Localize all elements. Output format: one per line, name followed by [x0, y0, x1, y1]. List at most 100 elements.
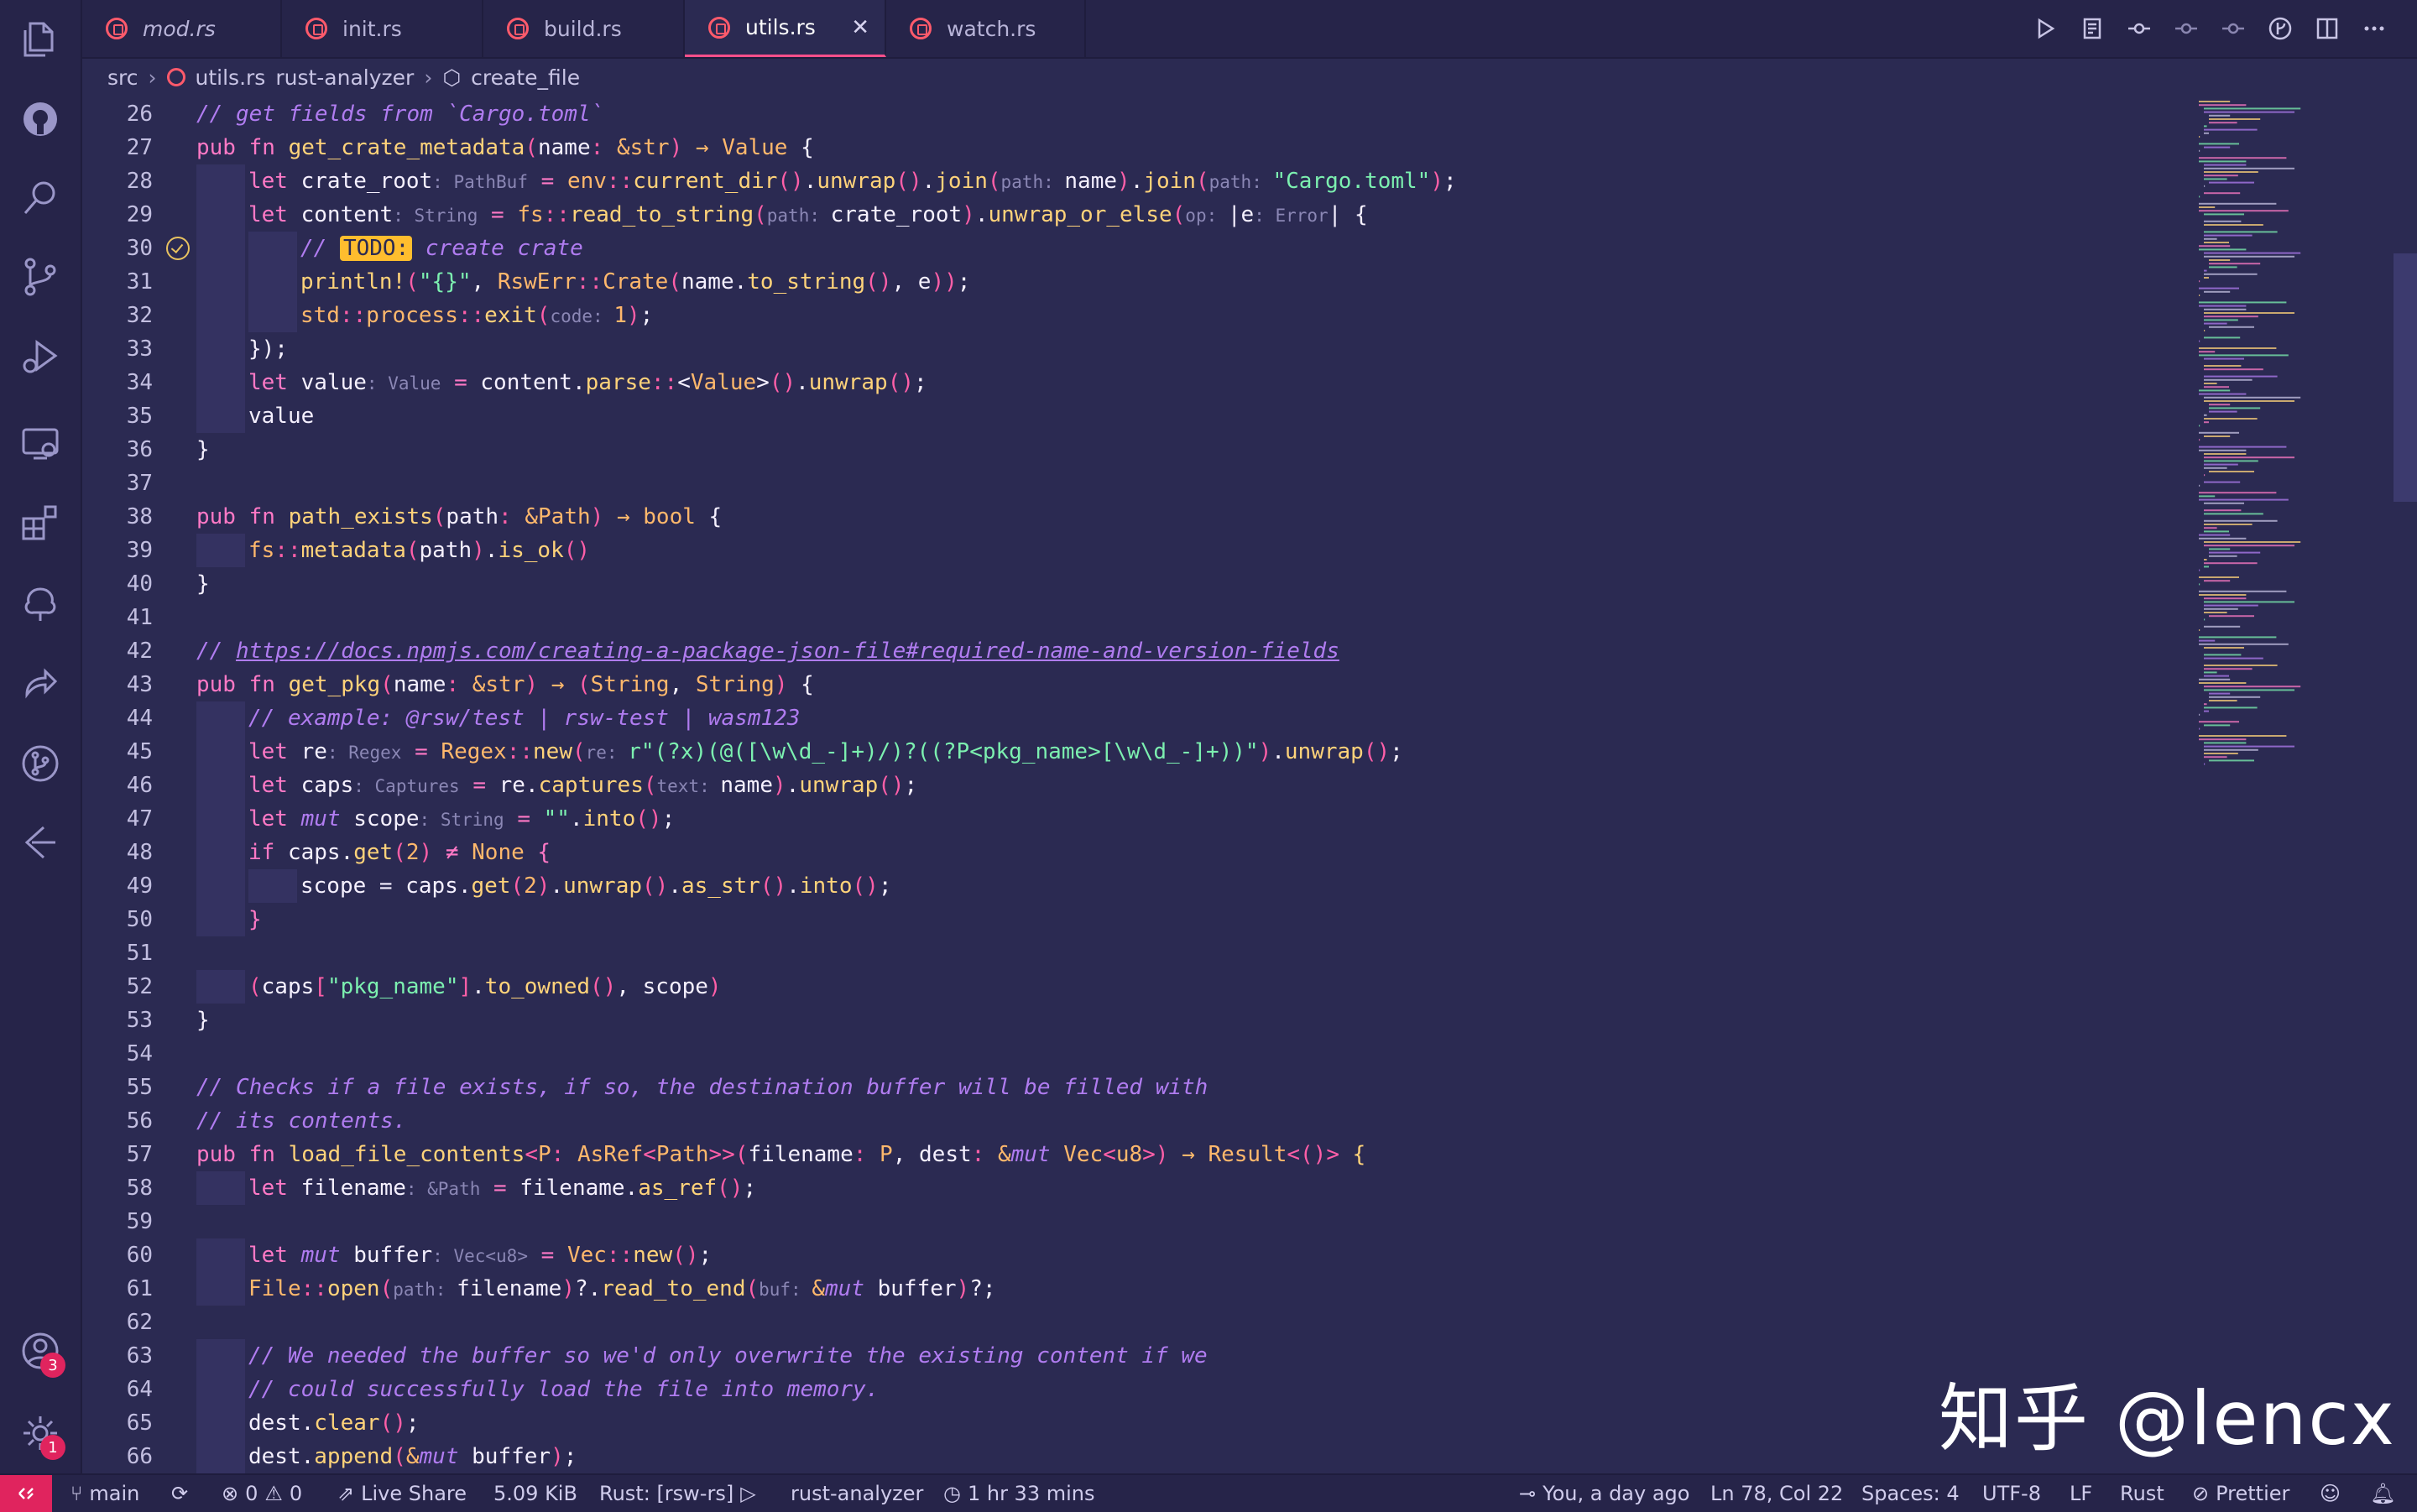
code-line[interactable]: 51 — [82, 936, 2197, 970]
code-line[interactable]: 35 value — [82, 399, 2197, 433]
git-branch[interactable]: ⑂ main — [70, 1475, 139, 1512]
git-history-icon[interactable] — [2268, 16, 2293, 41]
settings-gear-icon[interactable]: 1 — [17, 1410, 65, 1460]
code-line[interactable]: 47 let mut scope: String = "".into(); — [82, 802, 2197, 836]
git-blame[interactable]: ⊸ You, a day ago — [1519, 1475, 1689, 1512]
notifications-icon[interactable]: 🔔︎ — [2370, 1475, 2395, 1512]
tree-icon[interactable] — [17, 581, 64, 628]
search-icon[interactable] — [17, 175, 64, 222]
code-line[interactable]: 66 dest.append(&mut buffer); — [82, 1440, 2197, 1473]
code-line[interactable]: 29 let content: String = fs::read_to_stri… — [82, 198, 2197, 232]
commit-icon: ⊸ — [1519, 1482, 1537, 1505]
code-line[interactable]: 43 pub fn get_pkg(name: &str) → (String, … — [82, 668, 2197, 701]
explorer-icon[interactable] — [17, 15, 64, 62]
tab-utils-rs[interactable]: utils.rs ✕ — [685, 0, 886, 57]
code-line[interactable]: 55 // Checks if a file exists, if so, the… — [82, 1071, 2197, 1104]
tab-init-rs[interactable]: init.rs — [282, 0, 483, 57]
minimap-line — [2199, 449, 2247, 451]
code-line[interactable]: 42 // https://docs.npmjs.com/creating-a-p… — [82, 634, 2197, 668]
tab-build-rs[interactable]: build.rs — [483, 0, 685, 57]
minimap[interactable] — [2195, 97, 2390, 1473]
line-ending[interactable]: LF — [2070, 1475, 2092, 1512]
git-graph-icon[interactable] — [17, 740, 64, 787]
vertical-scrollbar[interactable] — [2394, 253, 2417, 502]
close-tab-icon[interactable]: ✕ — [851, 15, 869, 40]
code-line[interactable]: 39 fs::metadata(path).is_ok() — [82, 534, 2197, 567]
code-line[interactable]: 48 if caps.get(2) ≠ None { — [82, 836, 2197, 869]
code-line[interactable]: 45 let re: Regex = Regex::new(re: r"(?x)(… — [82, 735, 2197, 769]
code-line[interactable]: 37 — [82, 467, 2197, 500]
live-share-button[interactable]: ⇗ Live Share — [337, 1475, 467, 1512]
code-line[interactable]: 63 // We needed the buffer so we'd only o… — [82, 1339, 2197, 1373]
code-line[interactable]: 62 — [82, 1306, 2197, 1339]
git-compare-icon[interactable] — [2127, 16, 2152, 41]
code-line[interactable]: 57 pub fn load_file_contents<P: AsRef<Pat… — [82, 1138, 2197, 1171]
rust-analyzer-status[interactable]: rust-analyzer — [791, 1475, 923, 1512]
code-line[interactable]: 28 let crate_root: PathBuf = env::current… — [82, 164, 2197, 198]
code-line[interactable]: 46 let caps: Captures = re.captures(text:… — [82, 769, 2197, 802]
code-line[interactable]: 54 — [82, 1037, 2197, 1071]
extensions-icon[interactable] — [17, 500, 64, 547]
encoding[interactable]: UTF-8 — [1982, 1475, 2041, 1512]
gitlens-icon[interactable] — [17, 819, 64, 866]
code-text: } — [196, 567, 210, 601]
sync-icon[interactable]: ⟳ — [171, 1475, 188, 1512]
code-line[interactable]: 52 (caps["pkg_name"].to_owned(), scope) — [82, 970, 2197, 1004]
run-debug-icon[interactable] — [17, 332, 64, 379]
code-line[interactable]: 56 // its contents. — [82, 1104, 2197, 1138]
next-change-icon[interactable] — [2221, 16, 2246, 41]
language-mode[interactable]: Rust — [2120, 1475, 2164, 1512]
code-line[interactable]: 34 let value: Value = content.parse::<Val… — [82, 366, 2197, 399]
cursor-position[interactable]: Ln 78, Col 22 — [1710, 1475, 1843, 1512]
tab-mod-rs[interactable]: mod.rs — [82, 0, 282, 57]
code-line[interactable]: 49 scope = caps.get(2).unwrap().as_str().… — [82, 869, 2197, 903]
code-line[interactable]: 41 — [82, 601, 2197, 634]
github-icon[interactable] — [17, 96, 64, 143]
code-token: ) — [1258, 739, 1272, 764]
previous-change-icon[interactable] — [2174, 16, 2199, 41]
breadcrumb-analyzer[interactable]: rust-analyzer — [275, 65, 414, 90]
code-line[interactable]: 27 pub fn get_crate_metadata(name: &str) … — [82, 131, 2197, 164]
code-line[interactable]: 30 // TODO: create crate — [82, 232, 2197, 265]
todo-check-icon[interactable] — [166, 237, 190, 260]
tab-watch-rs[interactable]: watch.rs — [886, 0, 1086, 57]
code-line[interactable]: 53} — [82, 1004, 2197, 1037]
code-token: ) — [472, 538, 485, 563]
code-line[interactable]: 36} — [82, 433, 2197, 467]
time-tracker[interactable]: ◷ 1 hr 33 mins — [943, 1475, 1095, 1512]
split-editor-icon[interactable] — [2315, 16, 2340, 41]
code-editor[interactable]: 26 // get fields from `Cargo.toml` 27 pub f… — [82, 97, 2197, 1473]
prettier-status[interactable]: ⊘ Prettier — [2192, 1475, 2289, 1512]
code-line[interactable]: 64 // could successfully load the file in… — [82, 1373, 2197, 1406]
code-line[interactable]: 26 // get fields from `Cargo.toml` — [82, 97, 2197, 131]
more-actions-icon[interactable] — [2362, 16, 2387, 41]
live-share-icon[interactable] — [17, 660, 64, 706]
problems-indicator[interactable]: ⊗ 0 ⚠ 0 — [222, 1475, 302, 1512]
code-line[interactable]: 50} — [82, 903, 2197, 936]
rust-target[interactable]: Rust: [rsw-rs] ▷ — [599, 1475, 756, 1512]
remote-indicator[interactable] — [0, 1475, 52, 1512]
remote-explorer-icon[interactable] — [17, 420, 64, 467]
code-token: re — [300, 739, 327, 764]
code-line[interactable]: 65 dest.clear(); — [82, 1406, 2197, 1440]
breadcrumb-folder[interactable]: src — [107, 65, 138, 90]
code-line[interactable]: 60 let mut buffer: Vec<u8> = Vec::new(); — [82, 1238, 2197, 1272]
breadcrumb-symbol[interactable]: create_file — [471, 65, 580, 90]
code-line[interactable]: 61 File::open(path: filename)?.read_to_en… — [82, 1272, 2197, 1306]
preview-icon[interactable] — [2080, 16, 2105, 41]
code-line[interactable]: 58 let filename: &Path = filename.as_ref(… — [82, 1171, 2197, 1205]
code-line[interactable]: 59 — [82, 1205, 2197, 1238]
breadcrumb-file[interactable]: utils.rs — [196, 65, 266, 90]
accounts-icon[interactable]: 3 — [17, 1327, 65, 1378]
code-line[interactable]: 33}); — [82, 332, 2197, 366]
code-line[interactable]: 44 // example: @rsw/test | rsw-test | was… — [82, 701, 2197, 735]
code-line[interactable]: 38 pub fn path_exists(path: &Path) → bool… — [82, 500, 2197, 534]
feedback-icon[interactable]: ☺ — [2320, 1475, 2341, 1512]
code-line[interactable]: 32 std::process::exit(code: 1); — [82, 299, 2197, 332]
source-control-icon[interactable] — [17, 253, 64, 300]
code-line[interactable]: 31 println!("{}", RswErr::Crate(name.to_s… — [82, 265, 2197, 299]
code-line[interactable]: 40} — [82, 567, 2197, 601]
indentation[interactable]: Spaces: 4 — [1861, 1475, 1960, 1512]
code-token: , e — [891, 269, 932, 295]
run-icon[interactable] — [2033, 16, 2058, 41]
